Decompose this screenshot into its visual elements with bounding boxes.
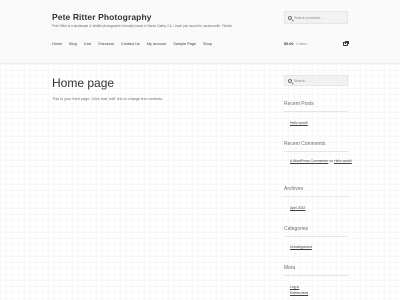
search-icon <box>288 79 292 84</box>
category-link[interactable]: Uncategorized <box>290 245 312 249</box>
site-header <box>0 0 400 64</box>
nav-item-checkout[interactable]: Checkout <box>98 42 114 46</box>
archives-title: Archives <box>284 186 304 192</box>
categories-title: Categories <box>284 226 309 232</box>
nav-item-sample-page[interactable]: Sample Page <box>173 42 196 46</box>
site-title[interactable]: Pete Ritter Photography <box>52 12 152 22</box>
cart-amount[interactable]: $0.00 <box>284 42 294 46</box>
nav-item-cart[interactable]: Cart <box>84 42 91 46</box>
nav-item-blog[interactable]: Blog <box>69 42 77 46</box>
recent-post-link[interactable]: Hello world! <box>290 121 308 125</box>
meta-title: Meta <box>284 265 296 271</box>
meta-divider <box>284 275 348 276</box>
nav-item-contact-us[interactable]: Contact Us <box>121 42 140 46</box>
site-description: Pete Ritter is a landscape & wildlife ph… <box>52 24 233 28</box>
recent-posts-divider <box>284 111 348 112</box>
header-search[interactable] <box>284 11 348 24</box>
meta-link-log-in[interactable]: Log in <box>290 285 299 289</box>
recent-comments-divider <box>284 151 348 152</box>
nav-item-my-account[interactable]: My account <box>147 42 166 46</box>
search-icon <box>288 16 292 20</box>
categories-divider <box>284 236 348 237</box>
primary-nav: Home Blog Cart Checkout Contact Us My ac… <box>52 42 212 46</box>
sidebar-search[interactable] <box>284 75 348 86</box>
nav-item-shop[interactable]: Shop <box>203 42 212 46</box>
recent-comments-title: Recent Comments <box>284 141 326 147</box>
header-cart[interactable]: $0.00 0 items <box>284 41 349 46</box>
basket-icon[interactable] <box>343 41 349 46</box>
page-content: This is your third page. Click that ‘edi… <box>52 97 164 101</box>
meta-link-entries-feed[interactable]: Entries feed <box>290 291 308 295</box>
nav-item-home[interactable]: Home <box>52 42 62 46</box>
page-title: Home page <box>52 76 115 90</box>
archives-divider <box>284 196 348 197</box>
comment-post-link[interactable]: Hello world! <box>334 159 352 163</box>
archive-link[interactable]: April 2022 <box>290 206 305 210</box>
sidebar-search-input[interactable] <box>294 76 348 86</box>
comment-author-link[interactable]: A WordPress Commenter <box>290 159 328 163</box>
comment-connector: on <box>329 159 334 163</box>
recent-comment: A WordPress Commenter on Hello world! <box>290 159 352 163</box>
cart-count[interactable]: 0 items <box>297 42 307 46</box>
recent-posts-title: Recent Posts <box>284 101 314 107</box>
product-search-input[interactable] <box>294 12 348 24</box>
